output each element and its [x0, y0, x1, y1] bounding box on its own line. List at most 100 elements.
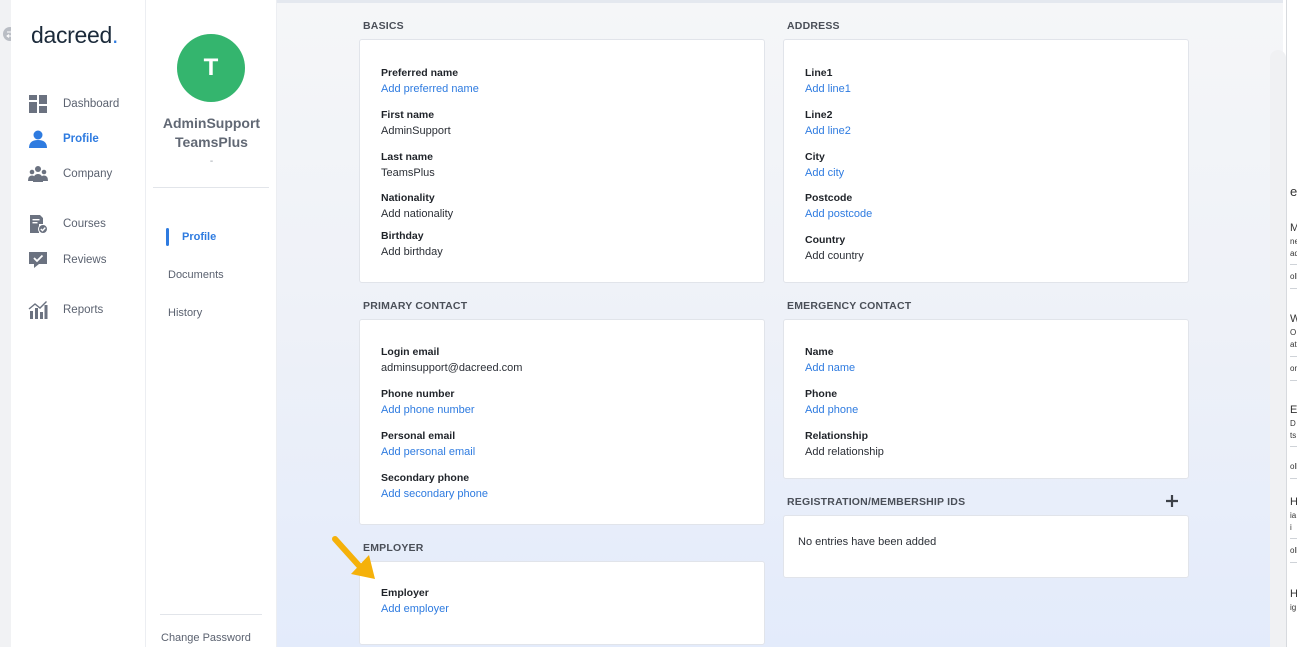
- add-phone-number-link[interactable]: Add phone number: [381, 402, 475, 418]
- user-name: AdminSupport TeamsPlus: [162, 115, 261, 150]
- brand-logo[interactable]: dacreed.: [31, 22, 118, 49]
- vertical-scrollbar[interactable]: [1270, 50, 1286, 647]
- change-password-link[interactable]: Change Password: [161, 632, 251, 644]
- add-preferred-name-link[interactable]: Add preferred name: [381, 81, 479, 97]
- plus-icon: [1166, 495, 1178, 507]
- subnav-item-profile[interactable]: Profile: [182, 231, 216, 243]
- basics-card: Preferred name Add preferred name First …: [359, 39, 765, 283]
- field-employer: Employer Add employer: [381, 587, 449, 617]
- nav-item-dashboard[interactable]: Dashboard: [27, 92, 145, 116]
- subnav-item-history[interactable]: History: [168, 307, 202, 319]
- field-line2: Line2 Add line2: [805, 109, 851, 139]
- profile-sidebar: T AdminSupport TeamsPlus - Profile Docum…: [146, 0, 277, 647]
- dashboard-grid-icon: [27, 93, 49, 115]
- panel-divider: [1290, 538, 1297, 539]
- nationality-select[interactable]: Add nationality: [381, 206, 453, 222]
- field-city: City Add city: [805, 151, 845, 181]
- birthday-picker[interactable]: Add birthday: [381, 244, 443, 260]
- panel-fragment: O: [1290, 328, 1297, 337]
- add-postcode-link[interactable]: Add postcode: [805, 206, 872, 222]
- empty-state-text: No entries have been added: [798, 536, 937, 548]
- add-employer-link[interactable]: Add employer: [381, 601, 449, 617]
- field-personal-email: Personal email Add personal email: [381, 430, 476, 460]
- relationship-select[interactable]: Add relationship: [805, 444, 884, 460]
- emergency-contact-card: Name Add name Phone Add phone Relationsh…: [783, 319, 1189, 479]
- divider: [153, 187, 269, 188]
- add-registration-button[interactable]: [1164, 493, 1180, 509]
- left-edge-strip: [0, 0, 11, 647]
- panel-fragment: H: [1290, 496, 1297, 508]
- add-city-link[interactable]: Add city: [805, 165, 844, 181]
- user-subtitle: -: [209, 156, 214, 167]
- panel-divider: [1290, 562, 1297, 563]
- nav-item-courses[interactable]: Courses: [27, 212, 145, 236]
- document-check-icon: [27, 213, 49, 235]
- field-country: Country Add country: [805, 234, 864, 264]
- nav-item-profile[interactable]: Profile: [27, 127, 145, 151]
- panel-divider: [1290, 264, 1297, 265]
- chat-check-icon: [27, 249, 49, 271]
- avatar: T: [177, 34, 245, 102]
- section-title-basics: BASICS: [363, 20, 404, 32]
- field-birthday: Birthday Add birthday: [381, 230, 443, 260]
- registration-card: No entries have been added: [783, 515, 1189, 578]
- active-tab-indicator: [166, 228, 169, 246]
- field-nationality: Nationality Add nationality: [381, 192, 454, 222]
- panel-fragment: ig: [1290, 603, 1297, 612]
- user-icon: [27, 128, 49, 150]
- nav-item-reports[interactable]: Reports: [27, 298, 145, 322]
- panel-divider: [1290, 288, 1297, 289]
- panel-fragment: ne: [1290, 237, 1297, 246]
- primary-contact-card: Login email adminsupport@dacreed.com Pho…: [359, 319, 765, 525]
- panel-fragment: oll: [1290, 546, 1297, 555]
- panel-divider: [1290, 478, 1297, 479]
- field-last-name: Last name TeamsPlus: [381, 151, 435, 179]
- panel-fragment: ad: [1290, 249, 1297, 258]
- add-name-link[interactable]: Add name: [805, 360, 855, 376]
- divider: [160, 614, 262, 615]
- nav-item-reviews[interactable]: Reviews: [27, 248, 145, 272]
- profile-content: BASICS Preferred name Add preferred name…: [277, 0, 1283, 647]
- field-first-name: First name AdminSupport: [381, 109, 451, 137]
- main-sidebar: dacreed. Dashboard Profile Company Cours…: [11, 0, 146, 647]
- panel-fragment: D: [1290, 419, 1296, 428]
- field-preferred-name: Preferred name Add preferred name: [381, 67, 479, 97]
- country-select[interactable]: Add country: [805, 248, 864, 264]
- panel-fragment: ati: [1290, 340, 1297, 349]
- field-login-email: Login email adminsupport@dacreed.com: [381, 346, 523, 374]
- section-title-emergency-contact: EMERGENCY CONTACT: [787, 300, 912, 312]
- field-emergency-name: Name Add name: [805, 346, 856, 376]
- address-card: Line1 Add line1 Line2 Add line2 City Add…: [783, 39, 1189, 283]
- panel-fragment: oll: [1290, 272, 1297, 281]
- panel-divider: [1290, 356, 1297, 357]
- panel-fragment: ia: [1290, 511, 1297, 520]
- employer-card: Employer Add employer: [359, 561, 765, 645]
- panel-fragment: i: [1290, 523, 1292, 532]
- panel-fragment: M: [1290, 222, 1297, 234]
- subnav-item-documents[interactable]: Documents: [168, 269, 224, 281]
- section-title-primary-contact: PRIMARY CONTACT: [363, 300, 468, 312]
- field-relationship: Relationship Add relationship: [805, 430, 884, 460]
- panel-fragment: on: [1290, 364, 1297, 373]
- right-side-panel: e M ne ad oll W O ati on E D ts oll H ia…: [1286, 0, 1297, 647]
- panel-divider: [1290, 446, 1297, 447]
- add-line2-link[interactable]: Add line2: [805, 123, 851, 139]
- annotation-arrow-icon: [332, 536, 375, 579]
- add-phone-link[interactable]: Add phone: [805, 402, 858, 418]
- panel-fragment: E: [1290, 404, 1297, 416]
- chart-bar-icon: [27, 299, 49, 321]
- panel-fragment: oll: [1290, 462, 1297, 471]
- field-line1: Line1 Add line1: [805, 67, 851, 97]
- people-group-icon: [27, 163, 49, 185]
- field-emergency-phone: Phone Add phone: [805, 388, 859, 418]
- section-title-registration: REGISTRATION/MEMBERSHIP IDS: [787, 496, 966, 508]
- add-line1-link[interactable]: Add line1: [805, 81, 851, 97]
- section-title-address: ADDRESS: [787, 20, 840, 32]
- field-secondary-phone: Secondary phone Add secondary phone: [381, 472, 489, 502]
- nav-item-company[interactable]: Company: [27, 162, 145, 186]
- field-phone-number: Phone number Add phone number: [381, 388, 475, 418]
- add-personal-email-link[interactable]: Add personal email: [381, 444, 475, 460]
- panel-divider: [1290, 380, 1297, 381]
- panel-fragment: ts: [1290, 431, 1297, 440]
- add-secondary-phone-link[interactable]: Add secondary phone: [381, 486, 488, 502]
